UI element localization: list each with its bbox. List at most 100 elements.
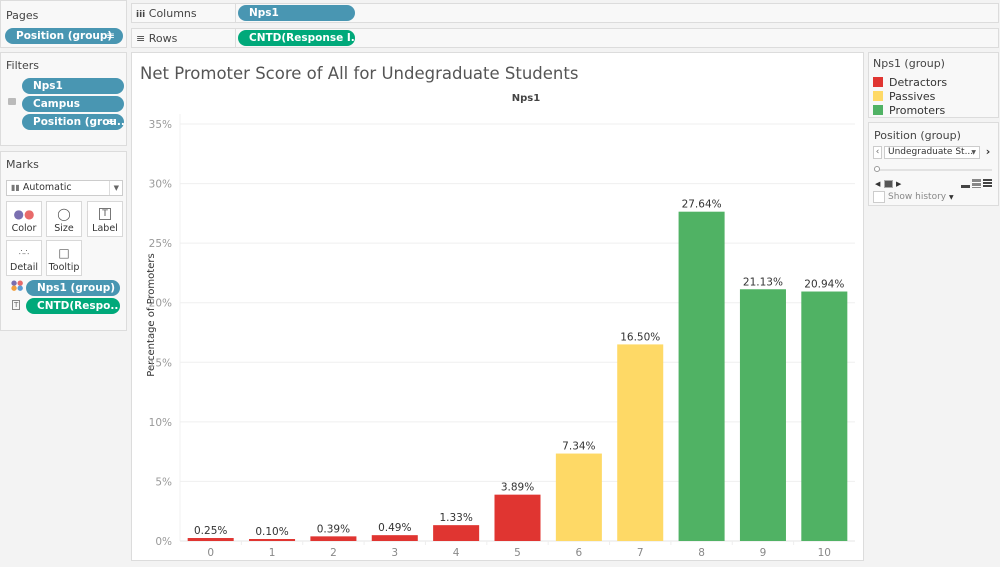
bars: 0.25% 0.10% 0.39% 0.49% 1.33% 3.89% 7.34% 16.50… [187,199,848,541]
bar-chart: Net Promoter Score of All for Undegradua… [140,64,855,559]
data-label: 0.49% [378,522,411,534]
columns-pill-nps1[interactable]: Nps1 [238,5,355,21]
data-label: 0.10% [255,526,288,538]
detail-icon: ∴∴ [18,248,30,257]
show-history-label[interactable]: Show history ▼ [888,192,954,202]
data-label: 0.39% [317,523,350,535]
detail-card[interactable]: ∴∴ Detail [6,240,42,276]
card-label: Label [92,223,118,234]
tooltip-card[interactable]: □ Tooltip [46,240,82,276]
label-card[interactable]: T Label [87,201,123,237]
legend-swatch [873,91,883,101]
card-label: Tooltip [48,262,80,273]
slider-handle[interactable] [874,166,880,172]
bar-3 [371,535,418,541]
filters-title: Filters [6,59,39,72]
show-history-checkbox[interactable] [873,191,885,203]
legend-swatch [873,77,883,87]
show-history-text: Show history [888,192,947,202]
color-legend: Nps1 (group) Detractors Passives Promote… [868,52,999,118]
shelf-divider [235,29,236,47]
data-label: 20.94% [804,279,844,291]
page-slider[interactable] [874,166,992,173]
filter-pill-campus[interactable]: Campus [22,96,124,112]
label-icon: T [88,205,122,223]
legend-label: Passives [889,90,936,103]
bar-0 [187,538,234,541]
marks-title: Marks [6,158,39,171]
marks-panel: Marks ▮▮ Automatic ▼ ●● Color ◯ Size T L… [0,151,127,331]
legend-item-detractors[interactable]: Detractors [873,76,947,89]
filter-pill-label: Nps1 [33,80,63,92]
step-forward-button[interactable]: ▶ [896,180,901,188]
chevron-down-icon: ▼ [971,149,976,156]
x-tick-label: 7 [637,547,644,559]
filter-pill-position[interactable]: Position (grou.. ≡ [22,114,124,130]
page-select[interactable]: Undegraduate St... ▼ [884,146,980,159]
slider-track [874,169,992,171]
rows-label-text: Rows [148,32,178,45]
bar-5 [494,494,541,541]
empty-shelf-area [0,335,128,567]
card-label: Size [54,223,74,234]
data-label: 21.13% [743,276,783,288]
bar-8 [678,211,725,541]
rows-pill-cntd[interactable]: CNTD(Response I.. Δ [238,30,355,46]
x-tick-label: 0 [207,547,214,559]
chart-area: Net Promoter Score of All for Undegradua… [131,52,864,561]
stop-button[interactable] [884,180,893,188]
page-select-value: Undegraduate St... [888,147,974,157]
shelf-divider [235,4,236,22]
speed-medium-icon[interactable] [972,179,981,188]
legend-swatch [873,105,883,115]
rows-shelf: ≡ Rows CNTD(Response I.. Δ [131,28,999,48]
y-tick-label: 10% [149,417,172,429]
x-tick-label: 8 [698,547,705,559]
marks-field-nps1-group[interactable]: Nps1 (group) [26,280,120,296]
pages-title: Pages [6,9,39,22]
pages-panel: Pages Position (group) ≡ [0,0,127,48]
next-page-button[interactable]: › [983,146,993,159]
x-tick-label: 10 [818,547,831,559]
data-label: 0.25% [194,525,227,537]
sort-icon: ≡ [106,30,115,42]
y-tick-label: 0% [155,536,172,548]
columns-icon: iii [136,10,146,20]
sort-icon: ≡ [107,116,116,128]
x-tick-label: 2 [330,547,337,559]
chevron-down-icon: ▼ [108,181,119,195]
x-tick-label: 4 [453,547,460,559]
size-card[interactable]: ◯ Size [46,201,82,237]
bar-2 [310,536,357,541]
data-label: 27.64% [682,199,722,211]
legend-item-promoters[interactable]: Promoters [873,104,945,117]
color-card[interactable]: ●● Color [6,201,42,237]
rows-pill-label: CNTD(Response I.. Δ [249,32,355,44]
card-label: Detail [10,262,38,273]
bar-7 [617,344,664,541]
marks-field-label: Nps1 (group) [37,282,116,294]
speed-fast-icon[interactable] [983,179,992,188]
color-dots-icon: ●● ●● [11,279,24,292]
caret-down-icon: ▼ [948,194,954,201]
data-label: 3.89% [501,482,534,494]
speed-slow-icon[interactable] [961,179,970,188]
x-axis-ticks: 0 1 2 3 4 5 6 7 8 9 10 [207,541,831,559]
filters-panel: Filters Nps1 Campus Position (grou.. ≡ [0,52,127,146]
mark-type-dropdown[interactable]: ▮▮ Automatic ▼ [6,180,123,196]
previous-page-button[interactable]: ‹ [873,146,882,159]
mark-type-label: Automatic [22,182,72,193]
filter-pill-nps1[interactable]: Nps1 [22,78,124,94]
filter-pill-label: Campus [33,98,80,110]
marks-field-cntd[interactable]: CNTD(Respo.. Δ [26,298,120,314]
legend-item-passives[interactable]: Passives [873,90,935,103]
x-tick-label: 5 [514,547,521,559]
tooltip-icon: □ [58,246,70,260]
rows-shelf-label: ≡ Rows [136,32,177,45]
card-label: Color [11,223,37,234]
step-back-button[interactable]: ◀ [875,180,880,188]
label-icon: T [12,300,21,310]
pages-pill[interactable]: Position (group) ≡ [5,28,123,44]
data-label: 1.33% [439,512,472,524]
y-tick-label: 30% [149,179,172,191]
